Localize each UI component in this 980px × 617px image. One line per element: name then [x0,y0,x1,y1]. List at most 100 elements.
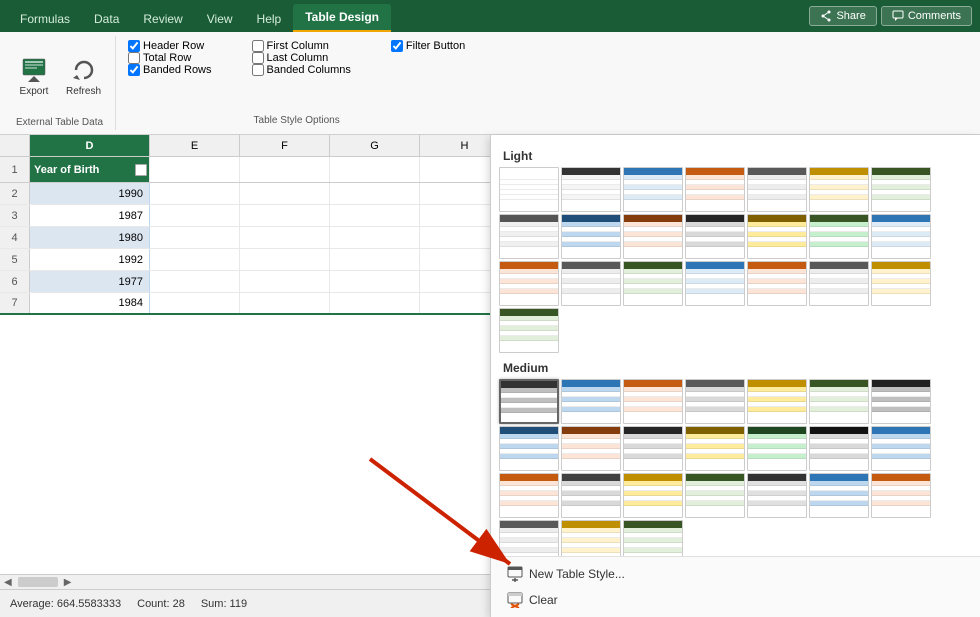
style-thumb-med-green[interactable] [809,379,869,424]
comments-icon [892,10,904,22]
filter-dropdown-icon[interactable]: ▼ [135,164,147,176]
style-thumb-med-orange[interactable] [623,379,683,424]
style-thumb-light-green3[interactable] [623,261,683,306]
style-thumb-med-yellow[interactable] [747,379,807,424]
style-panel-scroll[interactable]: Light Medium [491,135,980,556]
banded-rows-checkbox[interactable]: Banded Rows [128,64,212,76]
data-cell [240,271,330,292]
style-thumb-light-gray2[interactable] [685,214,745,259]
tab-help[interactable]: Help [245,6,294,32]
style-thumb-light-gray4[interactable] [809,261,869,306]
style-thumb-light-green2[interactable] [809,214,869,259]
style-thumb-light-yellow4[interactable] [871,261,931,306]
col-header-e[interactable]: E [150,135,240,156]
style-thumb-med-gray[interactable] [685,379,745,424]
share-label: Share [836,10,865,22]
style-thumb-light-orange2[interactable] [623,214,683,259]
last-column-checkbox[interactable]: Last Column [252,52,351,64]
style-thumb-med-gray2[interactable] [623,426,683,471]
main-area: D E F G H 1 Year of Birth ▼ 2 1990 [0,135,980,617]
row-header: 3 [0,205,30,226]
style-thumb-med-blue4[interactable] [809,473,869,518]
style-thumb-light-blue2[interactable] [561,214,621,259]
data-cell[interactable]: 1990 [30,183,150,204]
style-thumb-light-green4[interactable] [499,308,559,353]
export-button[interactable]: Export [12,50,56,101]
col-header-f[interactable]: F [240,135,330,156]
tab-review[interactable]: Review [131,6,194,32]
row-header: 7 [0,293,30,313]
style-thumb-med-orange3[interactable] [499,473,559,518]
style-thumb-med-green2[interactable] [747,426,807,471]
style-thumb-med-gray3[interactable] [561,473,621,518]
style-thumb-med-yellow4[interactable] [561,520,621,556]
style-thumb-light-gray3[interactable] [561,261,621,306]
style-thumb-med-yellow3[interactable] [623,473,683,518]
style-thumb-light-orange4[interactable] [747,261,807,306]
clear-style-button[interactable]: Clear [499,587,972,613]
new-table-style-button[interactable]: New Table Style... [499,561,972,587]
style-thumb-light-orange3[interactable] [499,261,559,306]
style-thumb-med-blue3[interactable] [871,426,931,471]
style-thumb-med-green3[interactable] [685,473,745,518]
style-thumb-med-yellow2[interactable] [685,426,745,471]
status-sum: Sum: 119 [201,598,247,610]
export-icon [20,56,48,84]
data-cell[interactable]: 1992 [30,249,150,270]
data-cell [330,271,420,292]
share-button[interactable]: Share [809,6,876,26]
style-thumb-light-gray[interactable] [747,167,807,212]
data-cell [150,227,240,248]
style-thumb-med-3[interactable] [809,426,869,471]
style-thumb-light-green[interactable] [871,167,931,212]
data-cell [150,157,240,182]
col-header-g[interactable]: G [330,135,420,156]
row-header: 5 [0,249,30,270]
style-thumb-light-yellow[interactable] [809,167,869,212]
scroll-left-arrow[interactable]: ◀ [0,577,16,588]
style-thumb-light-2[interactable] [499,214,559,259]
clear-style-label: Clear [529,593,558,607]
share-icon [820,10,832,22]
style-thumb-med-gray4[interactable] [499,520,559,556]
data-cell[interactable]: 1984 [30,293,150,313]
style-thumb-med-4[interactable] [747,473,807,518]
style-thumb-med-green4[interactable] [623,520,683,556]
filter-button-checkbox[interactable]: Filter Button [391,40,465,52]
style-thumb-none[interactable] [499,167,559,212]
banded-columns-checkbox[interactable]: Banded Columns [252,64,351,76]
style-thumb-light-blue[interactable] [623,167,683,212]
data-cell [150,183,240,204]
data-cell[interactable]: 1980 [30,227,150,248]
data-cell[interactable]: 1977 [30,271,150,292]
tab-table-design[interactable]: Table Design [293,4,391,32]
year-of-birth-header-cell[interactable]: Year of Birth ▼ [30,157,150,182]
style-thumb-med-2[interactable] [871,379,931,424]
h-scroll-thumb[interactable] [18,577,58,587]
tab-formulas[interactable]: Formulas [8,6,82,32]
style-thumb-med-orange4[interactable] [871,473,931,518]
comments-button[interactable]: Comments [881,6,972,26]
col-header-d[interactable]: D [30,135,150,156]
style-panel-footer: New Table Style... Clear [491,556,980,617]
style-thumb-light-blue4[interactable] [685,261,745,306]
style-thumb-light-1[interactable] [561,167,621,212]
style-thumb-med-orange2[interactable] [561,426,621,471]
refresh-button[interactable]: Refresh [60,50,107,101]
style-thumb-med-blue2[interactable] [499,426,559,471]
first-column-checkbox[interactable]: First Column [252,40,351,52]
style-thumb-med-1[interactable] [499,379,559,424]
scroll-right-arrow[interactable]: ▶ [60,577,76,588]
style-thumb-light-orange[interactable] [685,167,745,212]
total-row-checkbox[interactable]: Total Row [128,52,212,64]
table-style-options-group: Header Row Total Row Banded Rows First C… [120,36,473,130]
header-row-checkbox[interactable]: Header Row [128,40,212,52]
style-thumb-light-blue3[interactable] [871,214,931,259]
data-cell [330,227,420,248]
data-cell [240,249,330,270]
tab-data[interactable]: Data [82,6,131,32]
style-thumb-med-blue[interactable] [561,379,621,424]
style-thumb-light-yellow2[interactable] [747,214,807,259]
data-cell[interactable]: 1987 [30,205,150,226]
tab-view[interactable]: View [195,6,245,32]
